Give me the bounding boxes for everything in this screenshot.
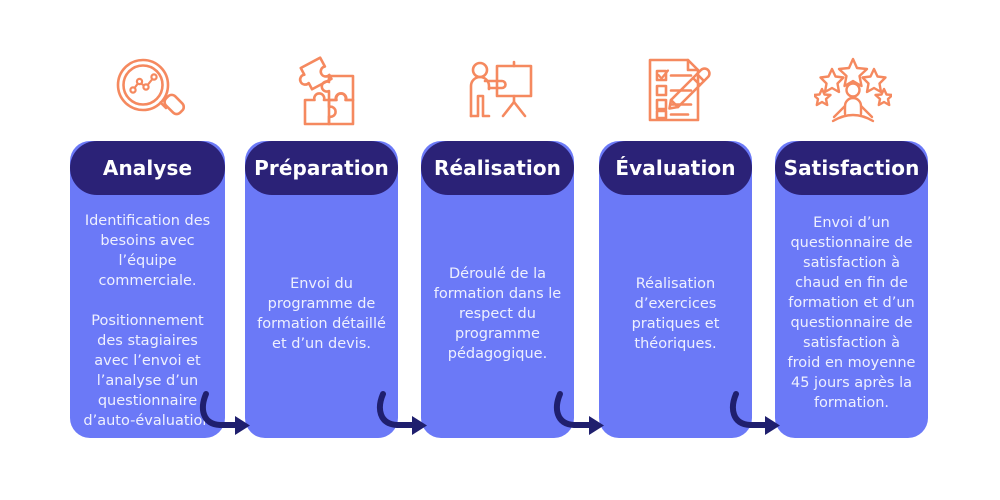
step-description: Réalisation d’exercices pratiques et thé… (631, 275, 720, 352)
step-card-satisfaction[interactable]: Satisfaction Envoi d’un questionnaire de… (775, 141, 928, 438)
arrow-4-to-5 (724, 388, 786, 440)
step-header-satisfaction: Satisfaction (775, 141, 928, 195)
step-header-evaluation: Évaluation (599, 141, 752, 195)
step-title: Analyse (102, 156, 193, 180)
step-description: Envoi d’un questionnaire de satisfaction… (787, 215, 916, 411)
step-header-preparation: Préparation (245, 141, 398, 195)
checklist-pencil-icon (632, 48, 722, 132)
step-header-realisation: Réalisation (421, 141, 574, 195)
trainer-whiteboard-icon (454, 48, 544, 132)
person-stars-icon (808, 48, 898, 132)
step-title: Satisfaction (783, 156, 920, 180)
step-title: Évaluation (615, 156, 736, 180)
arrow-2-to-3 (371, 388, 433, 440)
magnifier-chart-icon (104, 48, 194, 132)
infographic-canvas: Analyse Identification des besoins avec … (0, 0, 1000, 500)
step-title: Préparation (254, 156, 389, 180)
step-description: Déroulé de la formation dans le respect … (433, 265, 562, 362)
step-header-analyse: Analyse (70, 141, 225, 195)
step-body-satisfaction: Envoi d’un questionnaire de satisfaction… (775, 195, 928, 438)
step-title: Réalisation (433, 156, 562, 180)
arrow-1-to-2 (194, 388, 256, 440)
step-description: Envoi du programme de formation détaillé… (257, 275, 386, 352)
arrow-3-to-4 (548, 388, 610, 440)
puzzle-pieces-icon (283, 48, 373, 132)
